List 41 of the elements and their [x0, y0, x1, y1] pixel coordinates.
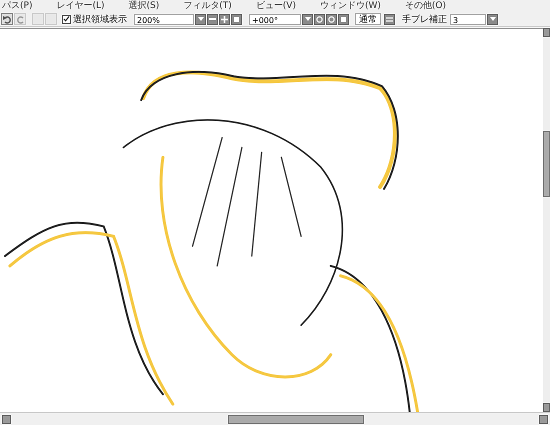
- flip-button[interactable]: [384, 14, 395, 24]
- undo-icon: [2, 14, 12, 24]
- undo-button[interactable]: [1, 13, 13, 25]
- rotation-reset-button[interactable]: [338, 14, 349, 24]
- blend-mode-button[interactable]: 通常: [355, 13, 381, 25]
- menu-item[interactable]: レイヤー(L): [56, 0, 104, 12]
- zoom-out-button[interactable]: [207, 14, 218, 24]
- menu-item[interactable]: ウィンドウ(W): [320, 0, 381, 12]
- caret-icon: [490, 17, 496, 21]
- scrollbar-thumb[interactable]: [543, 131, 550, 197]
- vertical-scrollbar[interactable]: [543, 28, 550, 412]
- checkbox-label: 選択領域表示: [73, 14, 127, 26]
- scroll-right-button[interactable]: [539, 414, 548, 424]
- scrollbar-thumb[interactable]: [228, 414, 364, 424]
- minus-icon: [209, 18, 216, 20]
- scroll-left-button[interactable]: [2, 414, 11, 424]
- flip-icon: [386, 16, 393, 22]
- square-icon: [341, 16, 346, 22]
- caret-icon: [304, 17, 310, 21]
- menu-item[interactable]: フィルタ(T): [183, 0, 232, 12]
- dropdown-button[interactable]: [195, 14, 206, 24]
- zoom-in-button[interactable]: [219, 14, 230, 24]
- redo-icon: [16, 14, 24, 24]
- dropdown-button[interactable]: [302, 14, 313, 24]
- zoom-reset-button[interactable]: [231, 14, 242, 24]
- zoom-field[interactable]: 200%: [134, 14, 194, 24]
- checkbox[interactable]: [62, 14, 71, 24]
- menu-item[interactable]: パス(P): [2, 0, 32, 12]
- rotation-field[interactable]: +000°: [249, 14, 301, 24]
- stabilizer-field[interactable]: 3: [450, 14, 486, 24]
- menu-item[interactable]: ビュー(V): [256, 0, 296, 12]
- horizontal-scrollbar[interactable]: [0, 412, 550, 425]
- menu-item[interactable]: 選択(S): [128, 0, 160, 12]
- menu-item[interactable]: その他(O): [404, 0, 446, 12]
- rotate-right-button[interactable]: [326, 14, 337, 24]
- dropdown-button[interactable]: [487, 14, 498, 24]
- caret-icon: [198, 17, 204, 21]
- square-icon: [234, 16, 239, 22]
- rotate-left-button[interactable]: [314, 14, 325, 24]
- plus-icon: [221, 16, 228, 22]
- stabilizer-label: 手ブレ補正: [402, 14, 447, 26]
